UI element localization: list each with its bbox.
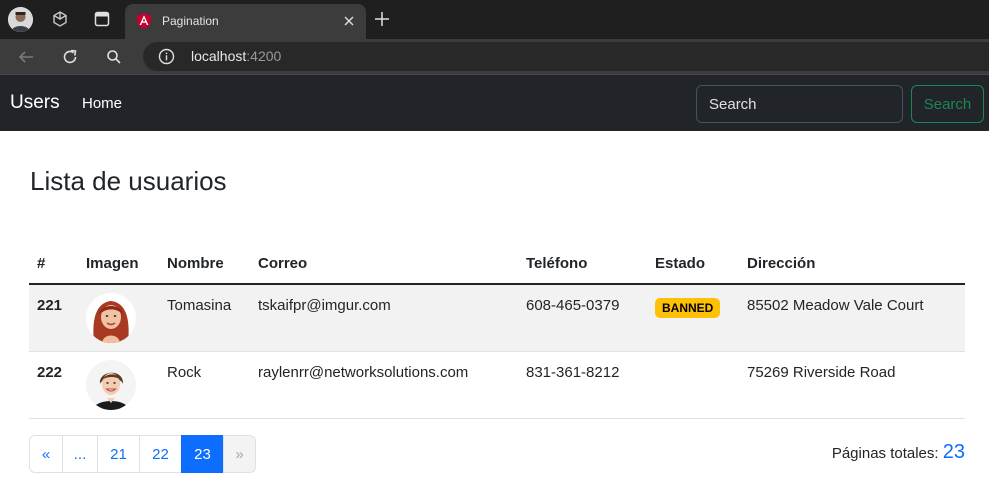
close-tab-icon[interactable] [340,12,358,30]
table-row: 222 Rock raylenrr@networksolutions.com 8… [29,351,965,419]
header-phone: Teléfono [518,244,647,285]
total-pages-label: Páginas totales: [831,445,939,462]
search-button[interactable]: Search [911,85,984,123]
row-status-cell: BANNED [647,284,739,352]
address-bar[interactable]: localhost:4200 [143,42,989,71]
browser-tab-strip: Pagination [0,0,989,39]
row-status-cell [647,351,739,419]
header-image: Imagen [78,244,159,285]
header-id: # [29,244,78,285]
page-title: Lista de usuarios [30,166,227,196]
url-host: localhost [191,48,247,64]
app-navbar: Users Home Search [0,74,989,131]
site-info-icon[interactable] [158,48,175,65]
row-phone: 831-361-8212 [518,351,647,419]
row-name: Tomasina [159,284,250,352]
table-row: 221 Tomasina tskaifpr@imgur.com 608-465-… [29,284,965,352]
angular-favicon-icon [135,12,153,30]
pagination-next-disabled: » [223,435,256,473]
row-address: 75269 Riverside Road [739,351,965,419]
row-id: 221 [29,284,78,352]
red-hair-woman-avatar-icon [86,293,136,343]
row-phone: 608-465-0379 [518,284,647,352]
users-table: # Imagen Nombre Correo Teléfono Estado D… [29,244,965,419]
pagination-page-21[interactable]: 21 [97,435,140,473]
status-badge: BANNED [655,298,721,318]
pagination-ellipsis[interactable]: ... [62,435,98,473]
row-id: 222 [29,351,78,419]
pagination-page-23-active[interactable]: 23 [181,435,224,473]
row-image-cell [78,284,159,352]
navbar-brand[interactable]: Users [10,92,60,114]
back-arrow-icon[interactable] [14,45,38,69]
row-image-cell [78,351,159,419]
url-text: localhost:4200 [191,48,281,65]
search-lens-icon[interactable] [102,45,126,69]
avatar [86,293,136,343]
row-email: tskaifpr@imgur.com [250,284,518,352]
nav-link-home[interactable]: Home [82,95,122,113]
smiling-woman-avatar-icon [86,359,136,410]
reload-icon[interactable] [58,45,82,69]
browser-tab-active[interactable]: Pagination [125,4,366,39]
new-tab-icon[interactable] [372,9,392,29]
header-email: Correo [250,244,518,285]
total-pages: Páginas totales: 23 [832,441,965,465]
profile-avatar[interactable] [8,7,33,32]
url-port: :4200 [246,48,282,64]
table-header-row: # Imagen Nombre Correo Teléfono Estado D… [29,244,965,285]
tab-title: Pagination [162,14,219,28]
row-email: raylenrr@networksolutions.com [250,351,518,419]
header-name: Nombre [159,244,250,285]
row-address: 85502 Meadow Vale Court [739,284,965,352]
pagination-first[interactable]: « [29,435,63,473]
browser-toolbar: localhost:4200 [0,39,989,74]
avatar [86,359,136,410]
search-input[interactable] [696,85,903,123]
profile-photo-icon [8,7,33,32]
tab-actions-icon[interactable] [92,9,112,29]
pagination: « ... 21 22 23 » [29,435,256,473]
row-name: Rock [159,351,250,419]
pagination-page-22[interactable]: 22 [139,435,182,473]
total-pages-value: 23 [942,441,965,463]
header-address: Dirección [739,244,965,285]
header-status: Estado [647,244,739,285]
workspaces-icon[interactable] [50,9,70,29]
